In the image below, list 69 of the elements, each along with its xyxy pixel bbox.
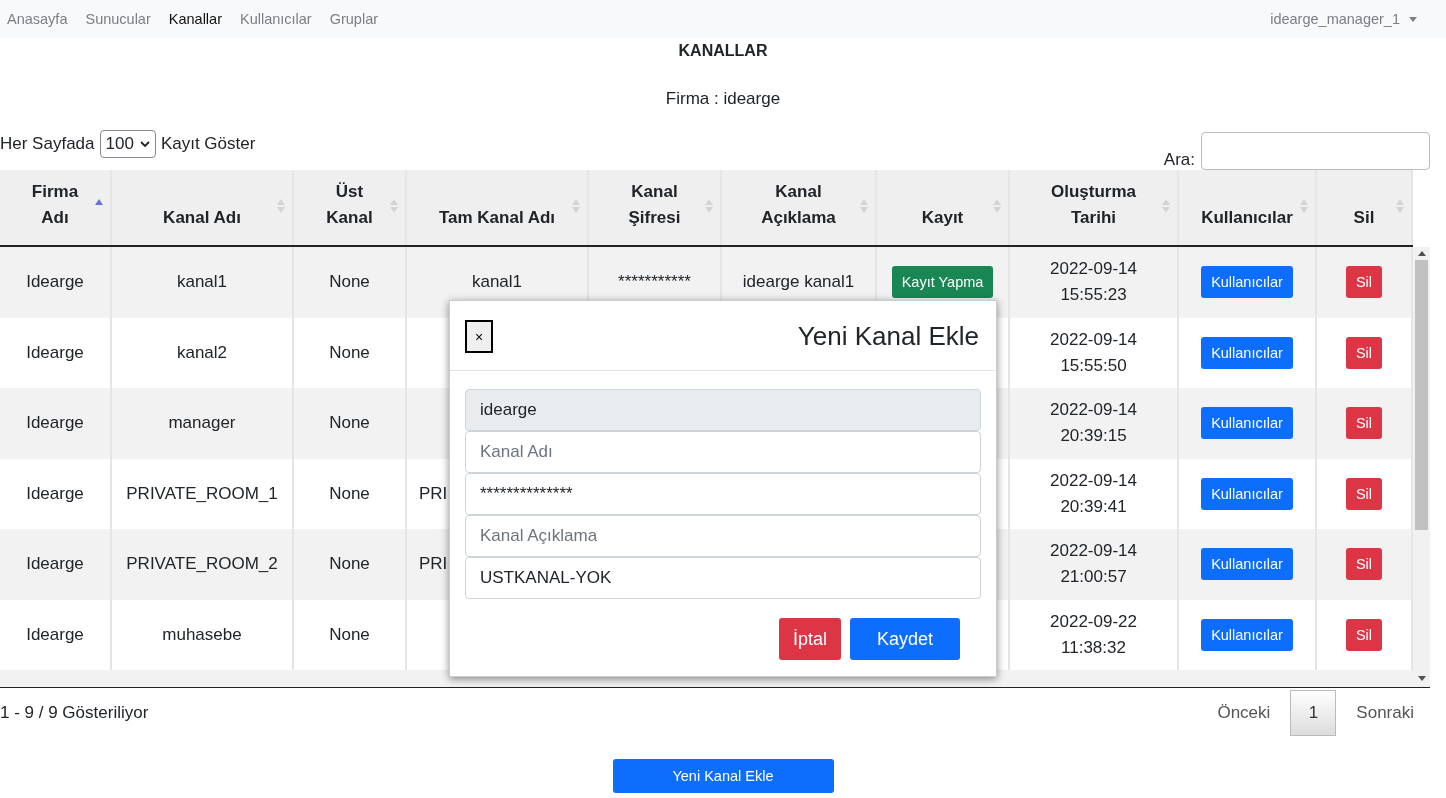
next-link[interactable]: Sonraki [1356, 703, 1414, 723]
save-button[interactable]: Kaydet [850, 618, 960, 660]
scroll-down-icon[interactable] [1417, 676, 1426, 681]
column-header[interactable]: Tam Kanal Adı [407, 170, 589, 245]
column-header[interactable]: Firma Adı [0, 170, 112, 245]
delete-button[interactable]: Sil [1345, 477, 1383, 510]
users-button[interactable]: Kullanıcılar [1201, 266, 1293, 299]
table-cell-text: 2022-09-14 21:00:57 [1049, 540, 1138, 589]
page-button[interactable]: 1 [1290, 690, 1337, 736]
page-title: KANALLAR [677, 42, 769, 61]
delete-button[interactable]: Sil [1345, 266, 1383, 299]
table-cell: Idearge [0, 388, 112, 459]
users-button[interactable]: Kullanıcılar [1201, 407, 1293, 440]
input-field[interactable]: Kanal Açıklama [465, 515, 981, 557]
input-field[interactable]: ************** [465, 473, 981, 515]
nav-link[interactable]: Anasayfa [7, 11, 68, 27]
user-menu[interactable]: idearge_manager_1 [1270, 11, 1417, 27]
table-cell: None [294, 388, 407, 459]
company-label: Firma : idearge [664, 89, 782, 109]
column-header[interactable]: Kanal Açıklama [722, 170, 877, 245]
add-channel-button[interactable]: Yeni Kanal Ekle [612, 759, 834, 793]
column-header[interactable]: Sil [1317, 170, 1413, 245]
table-cell-text: 2022-09-14 20:39:41 [1049, 469, 1138, 518]
scroll-up-icon[interactable] [1417, 251, 1426, 256]
modal-title: Yeni Kanal Ekle [797, 321, 979, 352]
page-size-select[interactable]: 100 [99, 130, 156, 158]
delete-button[interactable]: Sil [1345, 618, 1383, 651]
input-field[interactable]: Kanal Adı [465, 431, 981, 473]
table-cell: PRIVATE_ROOM_2 [112, 529, 294, 600]
column-header[interactable]: Kayıt [877, 170, 1010, 245]
caret-icon [1409, 16, 1417, 22]
table-cell-text: 2022-09-14 15:55:23 [1049, 258, 1138, 307]
scrollbar[interactable] [1413, 247, 1430, 687]
table-cell-text: 2022-09-14 20:39:15 [1049, 399, 1138, 448]
table-cell-text: 2022-09-22 11:38:32 [1049, 610, 1138, 659]
users-button[interactable]: Kullanıcılar [1201, 618, 1293, 651]
users-button[interactable]: Kullanıcılar [1201, 477, 1293, 510]
column-header[interactable]: Üst Kanal [294, 170, 407, 245]
delete-button[interactable]: Sil [1345, 407, 1383, 440]
table-cell-text: 2022-09-14 15:55:50 [1049, 328, 1138, 377]
table-cell: manager [112, 388, 294, 459]
search-label: Ara: [1163, 150, 1195, 170]
column-header[interactable]: Kullanıcılar [1179, 170, 1317, 245]
table-cell: None [294, 529, 407, 600]
close-button[interactable]: × [465, 320, 493, 353]
table-cell: kanal1 [112, 247, 294, 318]
nav-link[interactable]: Kullanıcılar [239, 11, 312, 27]
cancel-button[interactable]: İptal [779, 618, 841, 660]
table-cell: None [294, 247, 407, 318]
column-header[interactable]: Oluşturma Tarihi [1010, 170, 1179, 245]
column-header[interactable]: Kanal Şifresi [589, 170, 722, 245]
page-size-label: Her Sayfada [0, 134, 95, 154]
table-cell: Idearge [0, 247, 112, 318]
search-field[interactable] [1201, 132, 1430, 170]
input-field[interactable]: USTKANAL-YOK [465, 557, 981, 599]
users-button[interactable]: Kullanıcılar [1201, 336, 1293, 369]
nav-link[interactable]: Gruplar [329, 11, 379, 27]
delete-button[interactable]: Sil [1345, 336, 1383, 369]
column-header[interactable]: Kanal Adı [112, 170, 294, 245]
table-cell: Idearge [0, 529, 112, 600]
users-button[interactable]: Kullanıcılar [1201, 548, 1293, 581]
record-button[interactable]: Kayıt Yapma [891, 266, 994, 299]
previous-link[interactable]: Önceki [1217, 703, 1271, 723]
table-info: 1 - 9 / 9 Gösteriliyor [0, 703, 149, 723]
delete-button[interactable]: Sil [1345, 548, 1383, 581]
chevron-icon [139, 141, 150, 147]
page-size-label: Kayıt Göster [160, 134, 256, 154]
nav-link[interactable]: Sunucular [85, 11, 151, 27]
nav-link[interactable]: Kanallar [168, 11, 222, 27]
